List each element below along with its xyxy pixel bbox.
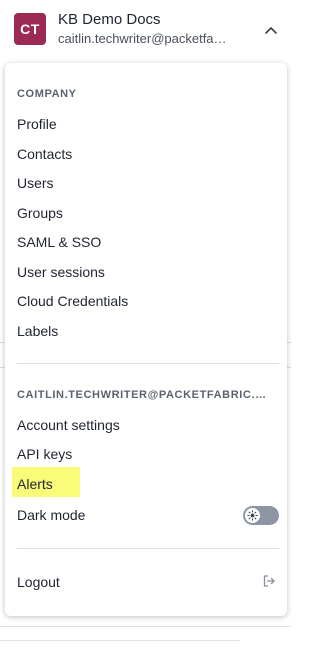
menu-item-labels[interactable]: Labels [17, 323, 58, 339]
user-email: caitlin.techwriter@packetfa… [58, 31, 227, 46]
account-switcher[interactable]: CT KB Demo Docs caitlin.techwriter@packe… [0, 0, 291, 62]
page: CT KB Demo Docs caitlin.techwriter@packe… [0, 0, 291, 653]
menu-divider [17, 363, 279, 364]
dark-mode-label: Dark mode [17, 507, 86, 523]
menu-item-groups[interactable]: Groups [17, 205, 63, 221]
background-divider [0, 640, 240, 641]
section-title-user: CAITLIN.TECHWRITER@PACKETFABRIC.… [17, 389, 267, 401]
logout-icon[interactable] [262, 574, 276, 588]
menu-item-alerts[interactable]: Alerts [17, 476, 53, 492]
org-name: KB Demo Docs [58, 11, 161, 28]
chevron-up-icon[interactable] [262, 22, 280, 38]
menu-item-contacts[interactable]: Contacts [17, 146, 72, 162]
sun-icon [245, 508, 260, 523]
menu-item-cloud-credentials[interactable]: Cloud Credentials [17, 293, 128, 309]
menu-item-saml-sso[interactable]: SAML & SSO [17, 234, 101, 250]
logout-button[interactable]: Logout [17, 574, 60, 590]
menu-item-api-keys[interactable]: API keys [17, 446, 72, 462]
account-dropdown-menu: COMPANY Profile Contacts Users Groups SA… [5, 63, 287, 616]
avatar: CT [14, 13, 46, 45]
menu-item-users[interactable]: Users [17, 175, 54, 191]
menu-divider [17, 548, 279, 549]
section-title-company: COMPANY [17, 88, 77, 100]
dark-mode-toggle[interactable] [243, 506, 279, 525]
menu-item-account-settings[interactable]: Account settings [17, 417, 120, 433]
background-divider [0, 626, 291, 627]
menu-item-profile[interactable]: Profile [17, 116, 57, 132]
menu-item-user-sessions[interactable]: User sessions [17, 264, 105, 280]
